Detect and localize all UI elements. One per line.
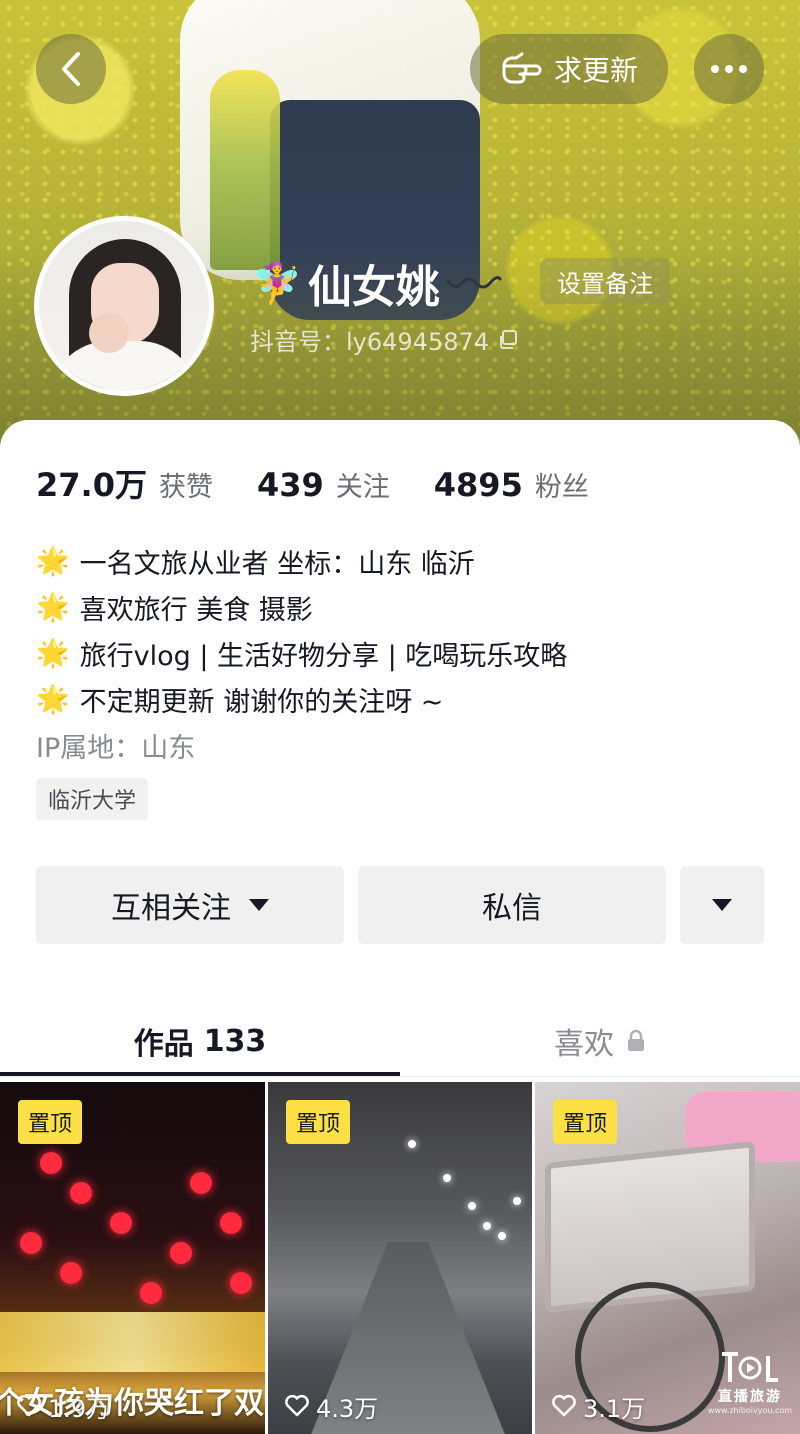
profile-name-row: 🧚‍♀️ 仙女姚 <box>252 252 502 314</box>
stat-likes-label: 获赞 <box>158 472 213 503</box>
stat-following-label: 关注 <box>335 472 390 503</box>
douyin-id-text: 抖音号：ly64945874 <box>250 328 490 356</box>
tab-likes[interactable]: 喜欢 <box>400 1006 800 1076</box>
stat-likes: 27.0万 获赞 <box>36 460 213 506</box>
request-update-button[interactable]: 求更新 <box>470 34 668 104</box>
video-likes: 3.1万 <box>551 1388 645 1424</box>
bio-line: 🌟 喜欢旅行 美食 摄影 <box>36 584 567 630</box>
stat-followers[interactable]: 4895 粉丝 <box>434 465 589 504</box>
set-remark-button[interactable]: 设置备注 <box>540 258 670 304</box>
video-likes: 1.9万 <box>16 1388 110 1424</box>
video-grid: 置顶 个女孩为你哭红了双 1.9万 置顶 4.3万 置顶 3.1万 <box>0 1082 800 1434</box>
back-button[interactable] <box>36 34 106 104</box>
pinned-badge: 置顶 <box>286 1100 351 1144</box>
heart-outline-icon <box>552 1394 576 1417</box>
bio-line-text: 一名文旅从业者 坐标：山东 临沂 <box>79 548 475 580</box>
lock-icon <box>628 1029 644 1051</box>
video-thumbnail[interactable]: 置顶 4.3万 <box>268 1082 532 1434</box>
message-button[interactable]: 私信 <box>358 866 666 944</box>
pinned-badge: 置顶 <box>18 1100 83 1144</box>
profile-name: 仙女姚 <box>307 262 440 313</box>
tab-works-label: 作品 <box>133 1027 194 1062</box>
bio-line-text: 旅行vlog | 生活好物分享 | 吃喝玩乐攻略 <box>79 640 568 672</box>
request-update-label: 求更新 <box>553 54 638 87</box>
banner-flower-bouquet <box>210 70 280 270</box>
chevron-left-icon <box>62 52 80 86</box>
video-likes-count: 1.9万 <box>48 1394 111 1423</box>
stat-likes-count: 27.0万 <box>36 466 147 504</box>
video-likes-count: 4.3万 <box>316 1394 379 1423</box>
play-logo-icon <box>722 1352 778 1382</box>
heart-outline-icon <box>17 1394 41 1417</box>
star-emoji-icon: 🌟 <box>36 684 70 715</box>
stat-following-count: 439 <box>256 466 324 504</box>
star-emoji-icon: 🌟 <box>36 592 70 623</box>
caret-down-icon <box>249 899 269 911</box>
message-label: 私信 <box>482 891 542 926</box>
pointing-hand-icon <box>502 52 542 84</box>
watermark-url: www.zhiboivyou.com <box>707 1406 793 1415</box>
bio-line-text: 喜欢旅行 美食 摄影 <box>79 594 313 626</box>
more-actions-dropdown-button[interactable] <box>680 866 764 944</box>
more-dots-icon <box>711 65 747 73</box>
star-emoji-icon: 🌟 <box>36 638 70 669</box>
douyin-id[interactable]: 抖音号：ly64945874 <box>250 322 519 357</box>
stat-followers-count: 4895 <box>433 466 523 504</box>
stat-followers-label: 粉丝 <box>534 472 589 503</box>
watermark-text: 直播旅游 <box>718 1389 782 1405</box>
pinned-badge: 置顶 <box>553 1100 618 1144</box>
star-emoji-icon: 🌟 <box>36 546 70 577</box>
profile-card: 27.0万 获赞 439 关注 4895 粉丝 🌟 一名文旅从业者 坐标：山东 … <box>0 420 800 1434</box>
ip-location: IP属地：山东 <box>36 732 196 764</box>
video-thumbnail[interactable]: 置顶 个女孩为你哭红了双 1.9万 <box>0 1082 265 1434</box>
tab-divider <box>0 1076 800 1077</box>
fairy-emoji: 🧚‍♀️ <box>252 260 302 307</box>
heart-outline-icon <box>285 1394 309 1417</box>
bio-line: 🌟 不定期更新 谢谢你的关注呀 ~ <box>36 676 567 722</box>
bio-line: 🌟 一名文旅从业者 坐标：山东 临沂 <box>36 538 567 584</box>
watermark-logo: 直播旅游 www.zhiboivyou.com <box>708 1350 792 1420</box>
wave-decoration-icon <box>446 276 502 289</box>
stats-row: 27.0万 获赞 439 关注 4895 粉丝 <box>36 460 589 506</box>
tab-works-count: 133 <box>203 1023 267 1059</box>
bio-line: 🌟 旅行vlog | 生活好物分享 | 吃喝玩乐攻略 <box>36 630 567 676</box>
tab-works[interactable]: 作品 133 <box>0 1006 400 1076</box>
avatar[interactable] <box>34 216 214 396</box>
stat-following[interactable]: 439 关注 <box>257 465 390 504</box>
tab-likes-label: 喜欢 <box>554 1027 614 1062</box>
school-tag[interactable]: 临沂大学 <box>36 778 149 820</box>
video-likes-count: 3.1万 <box>583 1394 646 1423</box>
caret-down-icon <box>712 899 732 911</box>
content-tabs: 作品 133 喜欢 <box>0 1006 800 1082</box>
bio: 🌟 一名文旅从业者 坐标：山东 临沂 🌟 喜欢旅行 美食 摄影 🌟 旅行vlog… <box>36 538 567 768</box>
mutual-follow-label: 互相关注 <box>111 891 231 926</box>
video-likes: 4.3万 <box>284 1388 378 1424</box>
more-options-button[interactable] <box>694 34 764 104</box>
mutual-follow-button[interactable]: 互相关注 <box>36 866 344 944</box>
copy-icon <box>500 329 518 349</box>
bio-line-text: 不定期更新 谢谢你的关注呀 ~ <box>79 686 444 718</box>
